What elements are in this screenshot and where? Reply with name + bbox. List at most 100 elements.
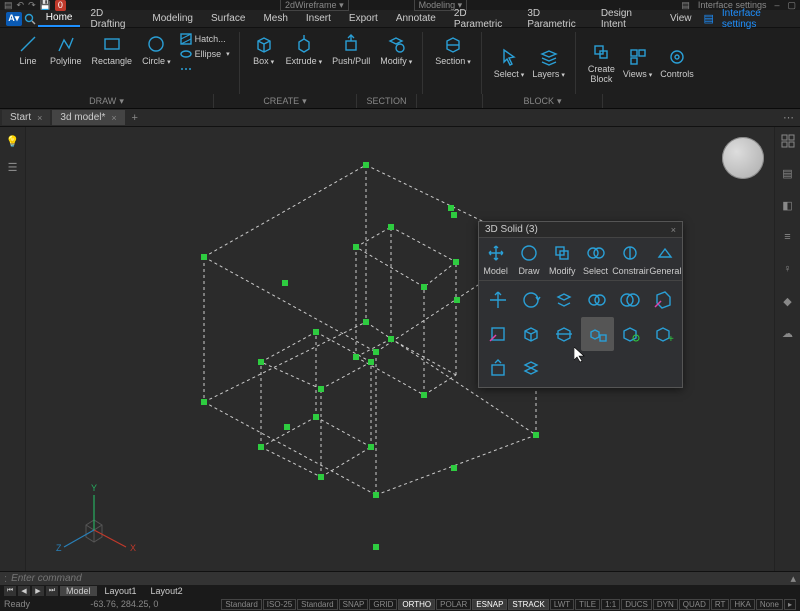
menu-2d-parametric[interactable]: 2D Parametric — [446, 6, 517, 32]
status-none[interactable]: None — [756, 599, 783, 610]
layers-panel-icon[interactable]: ≡ — [780, 229, 796, 245]
menu-3d-parametric[interactable]: 3D Parametric — [519, 6, 590, 32]
status-toggle-ducs[interactable]: DUCS — [621, 599, 652, 610]
status-toggle-esnap[interactable]: ESNAP — [472, 599, 507, 610]
tool-face-edit[interactable] — [481, 317, 514, 351]
tool-slice[interactable] — [547, 317, 580, 351]
nav-first-icon[interactable]: ⏮ — [4, 586, 16, 596]
block-group-label[interactable]: BLOCK▾ — [483, 94, 603, 108]
notification-badge[interactable]: 0 — [55, 0, 66, 11]
status-toggle-hka[interactable]: HKA — [730, 599, 754, 610]
menu-surface[interactable]: Surface — [203, 11, 253, 26]
tool-scale[interactable] — [547, 283, 580, 317]
quad-tab-draw[interactable]: Draw — [512, 238, 545, 280]
command-bar[interactable]: : ▴ — [0, 571, 800, 585]
drawing-canvas[interactable]: X Y Z 3D Solid (3) × Model Draw Modify S… — [26, 127, 774, 571]
tab-3d-model[interactable]: 3d model*× — [52, 110, 124, 125]
quad-tab-general[interactable]: General — [649, 238, 682, 280]
select-button[interactable]: Select — [490, 45, 529, 81]
status-toggle-snap[interactable]: SNAP — [339, 599, 369, 610]
menu-home[interactable]: Home — [38, 10, 81, 27]
box-button[interactable]: Box — [248, 32, 280, 68]
close-icon[interactable]: × — [37, 113, 42, 123]
command-input[interactable] — [11, 573, 786, 584]
tool-move[interactable] — [481, 283, 514, 317]
tool-add-solid[interactable]: + — [647, 317, 680, 351]
tool-mirror[interactable] — [581, 283, 614, 317]
tool-subtract[interactable] — [647, 283, 680, 317]
create-block-button[interactable]: Create Block — [584, 40, 619, 86]
status-toggle-quad[interactable]: QUAD — [679, 599, 710, 610]
add-tab-button[interactable]: + — [127, 112, 143, 124]
status-toggle-1:1[interactable]: 1:1 — [601, 599, 620, 610]
menu-modeling[interactable]: Modeling — [144, 11, 201, 26]
materials-icon[interactable]: ◆ — [780, 293, 796, 309]
status-toggle-ortho[interactable]: ORTHO — [398, 599, 435, 610]
qat-save-icon[interactable]: 💾 — [40, 0, 51, 11]
tab-start[interactable]: Start× — [2, 110, 50, 125]
bulb-icon[interactable]: 💡 — [5, 133, 21, 149]
status-toggle-strack[interactable]: STRACK — [508, 599, 548, 610]
status-toggle-polar[interactable]: POLAR — [436, 599, 471, 610]
list-icon[interactable]: ☰ — [5, 159, 21, 175]
viewcube[interactable] — [722, 137, 764, 179]
ellipse-button[interactable]: Ellipse — [177, 47, 233, 61]
menu-annotate[interactable]: Annotate — [388, 11, 444, 26]
section-button[interactable]: Section — [431, 32, 475, 68]
qat-undo-icon[interactable]: ↶ — [17, 0, 25, 11]
tool-shell[interactable] — [514, 317, 547, 351]
views-button[interactable]: Views — [619, 45, 656, 81]
draw-group-label[interactable]: DRAW▾ — [0, 94, 214, 108]
palette-icon[interactable]: ◧ — [780, 197, 796, 213]
menu-insert[interactable]: Insert — [298, 11, 339, 26]
nav-prev-icon[interactable]: ◀ — [18, 586, 30, 596]
modify-button[interactable]: Modify — [376, 32, 416, 68]
app-icon[interactable]: A▾ — [6, 12, 22, 26]
interface-settings-icon[interactable]: ▤ — [681, 0, 690, 11]
qat-icon[interactable]: ▤ — [4, 0, 13, 11]
extrude-button[interactable]: Extrude — [282, 32, 327, 68]
tool-intersect[interactable] — [614, 317, 647, 351]
quad-tab-constrain[interactable]: Constrair — [612, 238, 649, 280]
line-button[interactable]: Line — [12, 32, 44, 68]
cloud-icon[interactable]: ☁ — [780, 325, 796, 341]
quad-tab-model[interactable]: Model — [479, 238, 512, 280]
light-icon[interactable]: ♀ — [780, 261, 796, 277]
rectangle-button[interactable]: Rectangle — [88, 32, 137, 68]
search-icon[interactable] — [24, 12, 36, 26]
tool-separate[interactable] — [581, 317, 614, 351]
qat-redo-icon[interactable]: ↷ — [28, 0, 36, 11]
tool-union[interactable] — [614, 283, 647, 317]
layers-button[interactable]: Layers — [528, 45, 569, 81]
hatch-button[interactable]: Hatch... — [177, 32, 233, 46]
status-toggle-rt[interactable]: RT — [711, 599, 730, 610]
menu-export[interactable]: Export — [341, 11, 386, 26]
tool-extrude-face[interactable] — [481, 351, 514, 385]
menu-mesh[interactable]: Mesh — [255, 11, 295, 26]
status-standard[interactable]: Standard — [221, 599, 261, 610]
close-icon[interactable]: × — [671, 225, 676, 235]
quad-tab-select[interactable]: Select — [579, 238, 612, 280]
quad-panel-title[interactable]: 3D Solid (3) × — [479, 222, 682, 238]
tool-rotate[interactable] — [514, 283, 547, 317]
menu-view[interactable]: View — [662, 11, 700, 26]
more-draw-button[interactable] — [177, 62, 233, 76]
status-toggle-dyn[interactable]: DYN — [653, 599, 678, 610]
polyline-button[interactable]: Polyline — [46, 32, 86, 68]
status-toggle-grid[interactable]: GRID — [369, 599, 397, 610]
tabs-menu-icon[interactable]: ⋯ — [779, 111, 798, 124]
command-dropdown-icon[interactable]: ▴ — [790, 572, 796, 585]
properties-icon[interactable]: ▤ — [780, 165, 796, 181]
close-icon[interactable]: × — [111, 113, 116, 123]
status-arrow-icon[interactable]: ▸ — [784, 599, 796, 610]
nav-last-icon[interactable]: ⏭ — [46, 586, 58, 596]
status-toggle-tile[interactable]: TILE — [575, 599, 600, 610]
nav-next-icon[interactable]: ▶ — [32, 586, 44, 596]
create-group-label[interactable]: CREATE▾ — [214, 94, 357, 108]
circle-button[interactable]: Circle — [138, 32, 175, 68]
layout-tab-1[interactable]: Layout1 — [99, 586, 143, 596]
status-toggle-lwt[interactable]: LWT — [550, 599, 574, 610]
controls-button[interactable]: Controls — [656, 45, 698, 81]
layout-tab-model[interactable]: Model — [60, 586, 97, 596]
layout-tab-2[interactable]: Layout2 — [145, 586, 189, 596]
